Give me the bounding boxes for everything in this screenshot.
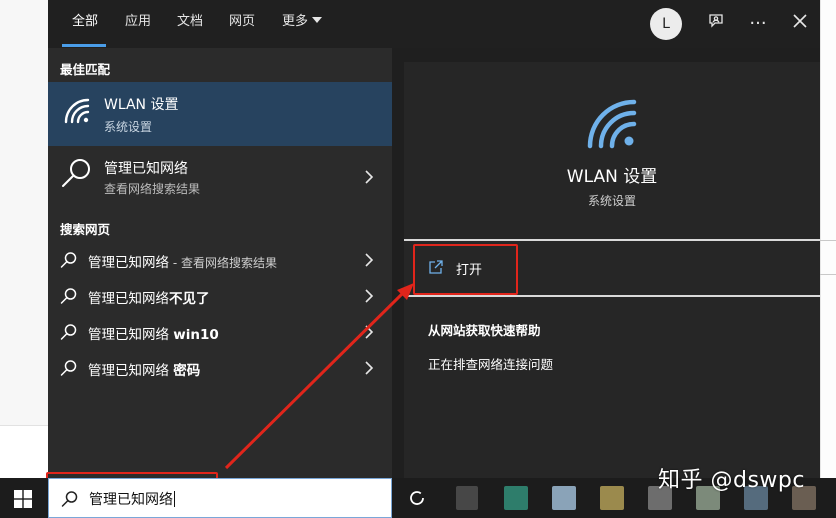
annotation-arrow — [224, 283, 414, 470]
taskbar-search-input[interactable]: 管理已知网络 — [48, 478, 392, 518]
task-view-icon[interactable] — [407, 488, 427, 508]
watermark-text: 知乎 @dswpc — [658, 468, 805, 493]
search-input-value: 管理已知网络 — [89, 492, 173, 508]
taskbar-app-icon[interactable] — [504, 486, 528, 510]
taskbar-app-icon[interactable] — [456, 486, 478, 510]
search-icon — [61, 491, 78, 507]
taskbar-app-icon[interactable] — [600, 486, 624, 510]
windows-start-icon[interactable] — [14, 490, 32, 508]
taskbar-app-icon[interactable] — [552, 486, 576, 510]
text-cursor — [174, 491, 175, 507]
